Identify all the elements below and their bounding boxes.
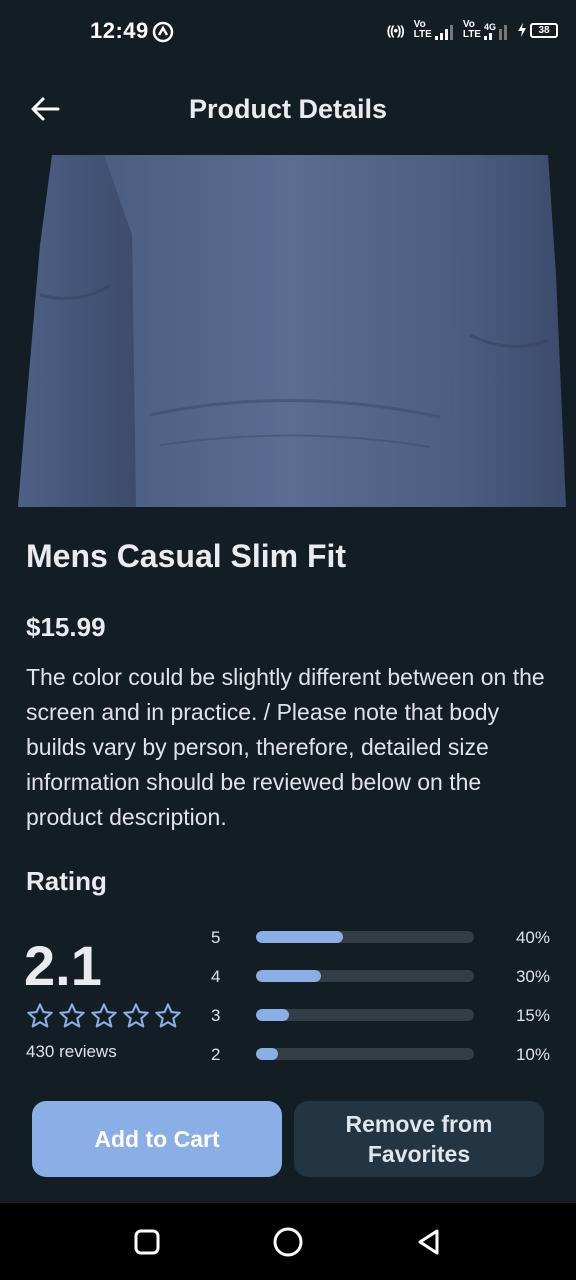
rating-row-label: 3 (211, 1006, 221, 1025)
rating-row-5: 5 40% (200, 925, 560, 964)
star-rating (26, 1002, 182, 1030)
back-triangle-icon (418, 1229, 439, 1255)
network-1: Vo LTE (414, 20, 453, 40)
hotspot-icon: ((•)) (386, 22, 405, 38)
battery-indicator: 38 (517, 22, 558, 38)
rating-distribution: 5 40% 4 30% 3 15% 2 10% (200, 925, 560, 1081)
page-title: Product Details (188, 94, 388, 124)
rating-bar-fill (256, 970, 322, 982)
star-outline-icon (27, 1003, 53, 1028)
status-icons: ((•)) Vo LTE Vo LTE 4G 38 (387, 20, 558, 40)
status-time: 12:49 (90, 18, 149, 43)
star-outline-icon (155, 1003, 181, 1028)
rating-bar-fill (256, 1048, 278, 1060)
product-price: $15.99 (26, 612, 106, 642)
rating-row-2: 2 10% (200, 1042, 560, 1081)
rating-bar-fill (256, 1009, 289, 1021)
rating-bar-track (256, 1048, 474, 1060)
rating-row-percent: 40% (515, 928, 550, 947)
recents-button[interactable] (130, 1225, 164, 1259)
rating-row-label: 2 (211, 1045, 221, 1064)
net2-lte-label: LTE (462, 29, 481, 40)
rating-row-3: 3 15% (200, 1003, 560, 1042)
net2-4g-label: 4G (483, 22, 496, 32)
rating-row-4: 4 30% (200, 964, 560, 1003)
product-image (0, 155, 576, 507)
back-nav-button[interactable] (412, 1225, 446, 1259)
rating-bar-fill (256, 931, 344, 943)
rating-row-percent: 10% (515, 1045, 550, 1064)
rating-value: 2.1 (24, 934, 102, 997)
home-button[interactable] (271, 1225, 305, 1259)
product-name: Mens Casual Slim Fit (26, 538, 347, 574)
battery-icon: 38 (530, 22, 558, 38)
rating-row-percent: 30% (515, 967, 550, 986)
net1-lte-label: LTE (413, 29, 432, 40)
system-nav-bar (0, 1203, 576, 1280)
rating-row-label: 5 (211, 928, 221, 947)
remove-favorites-label-line1: Remove from (345, 1111, 493, 1137)
review-count: 430 reviews (26, 1042, 117, 1061)
recents-square-icon (134, 1229, 160, 1255)
status-bar: 12:49 ((•)) Vo LTE Vo LTE 4G 38 (0, 0, 576, 64)
product-description: The color could be slightly different be… (26, 664, 545, 830)
star-outline-icon (91, 1003, 117, 1028)
rating-row-label: 4 (211, 967, 221, 986)
signal-icon (434, 24, 453, 40)
remove-from-favorites-button[interactable]: Remove from Favorites (294, 1101, 544, 1177)
add-to-cart-label: Add to Cart (94, 1126, 220, 1152)
rating-bar-track (256, 1009, 474, 1021)
remove-favorites-label-line2: Favorites (367, 1141, 471, 1167)
rating-bar-track (256, 931, 474, 943)
star-outline-icon (59, 1003, 85, 1028)
home-circle-icon (273, 1227, 303, 1257)
signal-icon-2 (483, 32, 496, 40)
app-bar: Product Details (0, 64, 576, 156)
rating-heading: Rating (26, 866, 107, 896)
rating-row-percent: 15% (515, 1006, 550, 1025)
charging-bolt-icon (518, 23, 526, 37)
app-notification-icon (152, 21, 174, 43)
star-outline-icon (123, 1003, 149, 1028)
network-2: Vo LTE 4G (463, 20, 507, 40)
add-to-cart-button[interactable]: Add to Cart (32, 1101, 282, 1177)
rating-bar-track (256, 970, 474, 982)
